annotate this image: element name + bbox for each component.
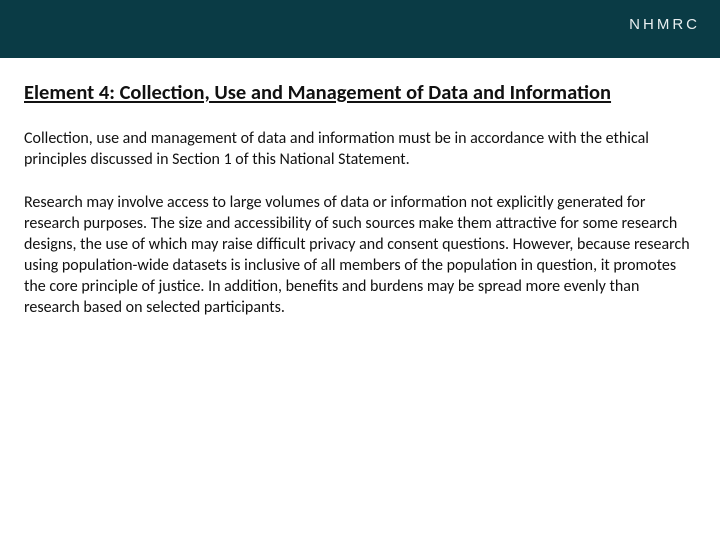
slide-page: NHMRC Element 4: Collection, Use and Man… (0, 0, 720, 540)
brand-label: NHMRC (629, 16, 700, 33)
body-paragraph: Research may involve access to large vol… (24, 192, 692, 319)
header-banner: NHMRC (0, 0, 720, 58)
content-area: Element 4: Collection, Use and Managemen… (0, 58, 720, 319)
body-paragraph: Collection, use and management of data a… (24, 128, 692, 170)
page-title: Element 4: Collection, Use and Managemen… (24, 80, 692, 106)
